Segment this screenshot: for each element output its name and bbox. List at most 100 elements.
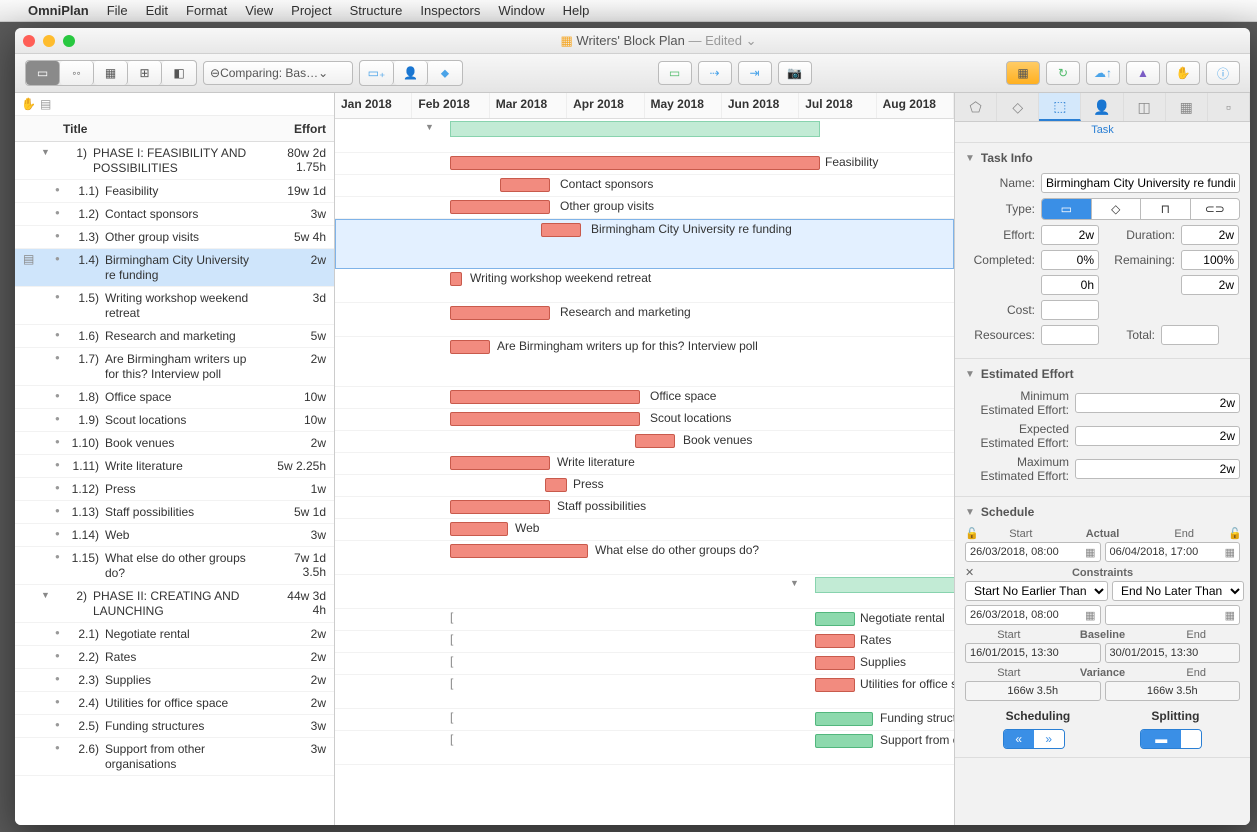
task-row[interactable]: ●1.13)Staff possibilities5w 1d bbox=[15, 501, 334, 524]
month-header[interactable]: Jul 2018 bbox=[799, 93, 876, 118]
close-button[interactable] bbox=[23, 35, 35, 47]
gantt-row[interactable]: Press bbox=[335, 475, 954, 497]
task-row[interactable]: ●1.15)What else do other groups do?7w 1d… bbox=[15, 547, 334, 585]
task-row[interactable]: ●2.6)Support from other organisations3w bbox=[15, 738, 334, 776]
task-row[interactable]: ●1.14)Web3w bbox=[15, 524, 334, 547]
task-bar[interactable] bbox=[450, 544, 588, 558]
snapshot-button[interactable]: 📷 bbox=[778, 61, 812, 85]
remaining-duration-field[interactable] bbox=[1181, 275, 1239, 295]
tab-milestone[interactable]: ◇ bbox=[997, 93, 1039, 121]
constraint-start-type[interactable]: Start No Earlier Than bbox=[965, 581, 1108, 601]
task-row[interactable]: ●2.2)Rates2w bbox=[15, 646, 334, 669]
month-header[interactable]: Mar 2018 bbox=[490, 93, 567, 118]
task-bar[interactable] bbox=[635, 434, 675, 448]
task-outline[interactable]: ✋ ▤ Title Effort ▼1)PHASE I: FEASIBILITY… bbox=[15, 93, 335, 825]
menu-help[interactable]: Help bbox=[563, 3, 590, 18]
remaining-field[interactable] bbox=[1181, 250, 1239, 270]
task-bar[interactable] bbox=[450, 456, 550, 470]
constraints-close-icon[interactable]: ✕ bbox=[965, 566, 977, 579]
menu-edit[interactable]: Edit bbox=[146, 3, 168, 18]
constraint-start-field[interactable]: 26/03/2018, 08:00▦ bbox=[965, 605, 1101, 625]
simulate-button[interactable]: ▲ bbox=[1126, 61, 1160, 85]
task-bar[interactable] bbox=[815, 678, 855, 692]
app-name[interactable]: OmniPlan bbox=[28, 3, 89, 18]
catchup-button[interactable]: ⇢ bbox=[698, 61, 732, 85]
task-bar[interactable] bbox=[450, 522, 508, 536]
tab-attachments[interactable]: ▫ bbox=[1208, 93, 1250, 121]
task-bar[interactable] bbox=[450, 200, 550, 214]
cost-field[interactable] bbox=[1041, 300, 1099, 320]
task-row[interactable]: ●2.4)Utilities for office space2w bbox=[15, 692, 334, 715]
task-row[interactable]: ●2.5)Funding structures3w bbox=[15, 715, 334, 738]
gantt-row[interactable]: Research and marketing bbox=[335, 303, 954, 337]
month-header[interactable]: Jan 2018 bbox=[335, 93, 412, 118]
resources-field[interactable] bbox=[1041, 325, 1099, 345]
gantt-chart[interactable]: Jan 2018Feb 2018Mar 2018Apr 2018May 2018… bbox=[335, 93, 955, 825]
view-mode-styles[interactable]: ◧ bbox=[162, 61, 196, 85]
task-row[interactable]: ●1.7)Are Birmingham writers up for this?… bbox=[15, 348, 334, 386]
add-milestone-button[interactable]: ⬥ bbox=[428, 61, 462, 85]
task-bar[interactable] bbox=[545, 478, 567, 492]
actual-end-field[interactable]: 06/04/2018, 17:00▦ bbox=[1105, 542, 1241, 562]
menu-project[interactable]: Project bbox=[291, 3, 331, 18]
scheduling-direction[interactable]: «» bbox=[1003, 729, 1065, 749]
name-field[interactable] bbox=[1041, 173, 1240, 193]
menubar[interactable]: OmniPlan File Edit Format View Project S… bbox=[0, 0, 1257, 22]
month-header[interactable]: Jun 2018 bbox=[722, 93, 799, 118]
task-row[interactable]: ●1.3)Other group visits5w 4h bbox=[15, 226, 334, 249]
gantt-row[interactable]: Writing workshop weekend retreat bbox=[335, 269, 954, 303]
task-bar[interactable] bbox=[450, 156, 820, 170]
gantt-row[interactable]: Staff possibilities bbox=[335, 497, 954, 519]
task-row[interactable]: ●1.10)Book venues2w bbox=[15, 432, 334, 455]
task-bar[interactable] bbox=[450, 412, 640, 426]
menu-format[interactable]: Format bbox=[186, 3, 227, 18]
task-row[interactable]: ●1.8)Office space10w bbox=[15, 386, 334, 409]
task-row[interactable]: ●2.1)Negotiate rental2w bbox=[15, 623, 334, 646]
tab-custom[interactable]: ▦ bbox=[1166, 93, 1208, 121]
task-bar[interactable] bbox=[500, 178, 550, 192]
window-edited[interactable]: — Edited ⌄ bbox=[688, 33, 756, 48]
lock-start-icon[interactable]: 🔓 bbox=[965, 527, 977, 540]
total-field[interactable] bbox=[1161, 325, 1219, 345]
add-resource-button[interactable]: 👤 bbox=[394, 61, 428, 85]
gantt-row[interactable]: What else do other groups do? bbox=[335, 541, 954, 575]
task-row[interactable]: ●2.3)Supplies2w bbox=[15, 669, 334, 692]
task-row[interactable]: ●1.2)Contact sponsors3w bbox=[15, 203, 334, 226]
critical-path-button[interactable]: ▦ bbox=[1006, 61, 1040, 85]
inspector-toggle[interactable]: ⓘ bbox=[1206, 61, 1240, 85]
gantt-row[interactable]: [Rates bbox=[335, 631, 954, 653]
task-bar[interactable] bbox=[815, 612, 855, 626]
month-header[interactable]: May 2018 bbox=[645, 93, 722, 118]
min-effort-field[interactable] bbox=[1075, 393, 1240, 413]
gantt-row[interactable]: Birmingham City University re funding bbox=[335, 219, 954, 269]
task-bar[interactable] bbox=[450, 306, 550, 320]
task-bar[interactable] bbox=[815, 634, 855, 648]
publish-button[interactable]: ☁↑ bbox=[1086, 61, 1120, 85]
task-row[interactable]: ●1.6)Research and marketing5w bbox=[15, 325, 334, 348]
gantt-row[interactable]: Book venues bbox=[335, 431, 954, 453]
gantt-row[interactable]: Scout locations bbox=[335, 409, 954, 431]
add-task-button[interactable]: ▭₊ bbox=[360, 61, 394, 85]
calendar-icon[interactable]: ▦ bbox=[1225, 546, 1235, 559]
task-bar[interactable] bbox=[450, 272, 462, 286]
gantt-row[interactable]: Feasibility bbox=[335, 153, 954, 175]
task-row[interactable]: ▤●1.4)Birmingham City University re fund… bbox=[15, 249, 334, 287]
effort-field[interactable] bbox=[1041, 225, 1099, 245]
gantt-row[interactable]: [Negotiate rental bbox=[335, 609, 954, 631]
task-row[interactable]: ●1.11)Write literature5w 2.25h bbox=[15, 455, 334, 478]
col-effort[interactable]: Effort bbox=[256, 122, 326, 136]
gantt-row[interactable]: ▼ bbox=[335, 575, 954, 609]
gantt-row[interactable]: [Funding structures bbox=[335, 709, 954, 731]
baseline-compare[interactable]: ⊖ Comparing: Bas… ⌄ bbox=[203, 61, 353, 85]
menu-view[interactable]: View bbox=[245, 3, 273, 18]
gantt-row[interactable]: [Utilities for office space bbox=[335, 675, 954, 709]
tab-resource[interactable]: 👤 bbox=[1081, 93, 1123, 121]
task-bar[interactable] bbox=[815, 656, 855, 670]
tab-task[interactable]: ⬚ bbox=[1039, 93, 1081, 121]
calendar-icon[interactable]: ▦ bbox=[1085, 546, 1095, 559]
max-effort-field[interactable] bbox=[1075, 459, 1240, 479]
task-row[interactable]: ●1.12)Press1w bbox=[15, 478, 334, 501]
month-header[interactable]: Apr 2018 bbox=[567, 93, 644, 118]
section-schedule[interactable]: Schedule bbox=[981, 505, 1034, 519]
completed-hours-field[interactable] bbox=[1041, 275, 1099, 295]
